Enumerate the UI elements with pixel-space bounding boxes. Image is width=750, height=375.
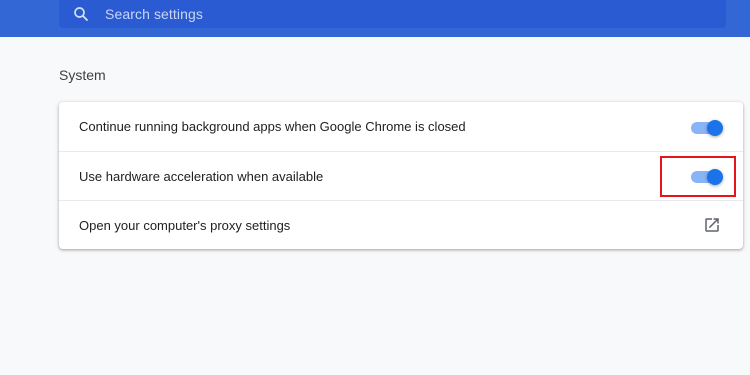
setting-label: Use hardware acceleration when available [79,168,324,184]
highlight-box [660,156,736,197]
open-in-new-icon[interactable] [703,216,721,234]
setting-row-proxy[interactable]: Open your computer's proxy settings [59,200,743,249]
toggle-knob [707,119,723,136]
search-input[interactable]: Search settings [105,6,203,22]
setting-row-background-apps[interactable]: Continue running background apps when Go… [59,102,743,151]
settings-card: Continue running background apps when Go… [59,102,743,249]
section-title: System [59,67,106,83]
setting-label: Continue running background apps when Go… [79,119,466,134]
header-bar: Search settings [0,0,750,37]
background-apps-toggle[interactable] [691,117,723,137]
search-field[interactable]: Search settings [59,0,726,28]
search-icon[interactable] [71,4,91,24]
setting-row-hardware-acceleration[interactable]: Use hardware acceleration when available [59,151,743,200]
setting-label: Open your computer's proxy settings [79,217,291,233]
